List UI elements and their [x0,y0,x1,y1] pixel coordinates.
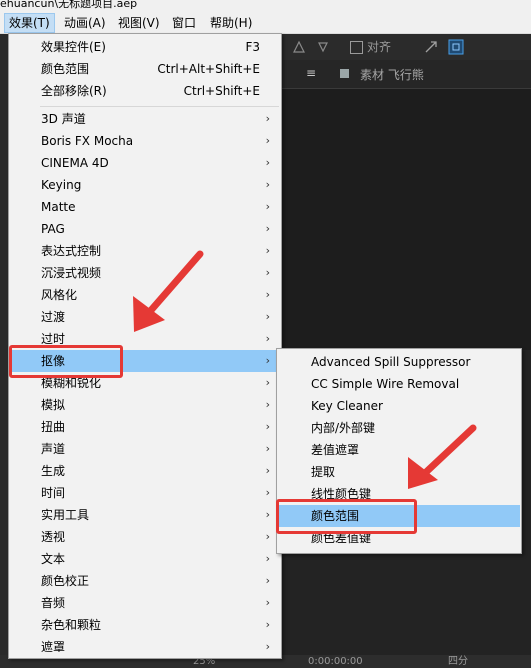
annotation-arrows [133,250,477,489]
annotation-arrow-left [133,250,204,332]
annotation-arrow-right [408,424,477,489]
